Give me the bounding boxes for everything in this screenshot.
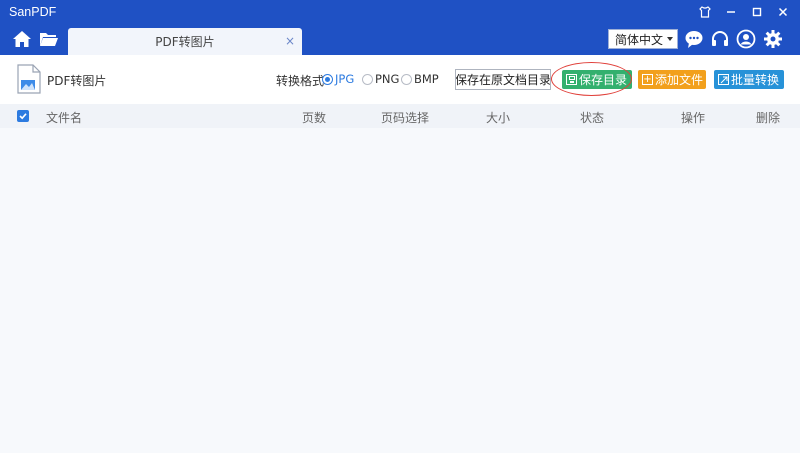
column-header-actions: 操作	[681, 111, 706, 125]
plus-icon: +	[642, 73, 653, 85]
chat-icon[interactable]	[684, 29, 704, 49]
user-icon[interactable]	[736, 29, 756, 49]
convert-icon	[718, 74, 729, 85]
format-bmp-label: BMP	[414, 72, 439, 86]
column-header-delete: 删除	[756, 111, 781, 125]
format-jpg-label: JPG	[335, 72, 355, 86]
tab-pdf-to-image[interactable]: PDF转图片 ×	[68, 28, 302, 55]
batch-convert-label: 批量转换	[731, 73, 780, 87]
column-header-page-range: 页码选择	[381, 111, 430, 125]
column-header-filename: 文件名	[46, 111, 83, 125]
home-icon[interactable]	[12, 30, 32, 48]
format-label: 转换格式	[276, 74, 325, 88]
folder-icon[interactable]	[39, 31, 58, 47]
headset-icon[interactable]	[710, 29, 730, 49]
radio-dot	[362, 73, 373, 85]
window-controls	[698, 0, 790, 24]
close-icon[interactable]	[776, 5, 790, 19]
add-file-label: 添加文件	[655, 73, 704, 87]
table-header: 文件名 页数 页码选择 大小 状态 操作 删除	[0, 104, 800, 128]
batch-convert-button[interactable]: 批量转换	[714, 70, 784, 89]
add-file-button[interactable]: + 添加文件	[638, 70, 706, 89]
language-select[interactable]: 简体中文	[608, 29, 678, 49]
radio-dot	[322, 73, 333, 85]
pdf-image-icon	[16, 64, 42, 94]
format-radio-bmp[interactable]: BMP	[401, 72, 439, 86]
select-all-checkbox[interactable]	[17, 110, 29, 122]
language-value: 简体中文	[615, 32, 664, 47]
tab-close-button[interactable]: ×	[284, 34, 296, 48]
tab-label: PDF转图片	[155, 35, 215, 49]
format-png-label: PNG	[375, 72, 400, 86]
page-title: PDF转图片	[47, 74, 107, 88]
highlight-annotation	[551, 62, 632, 96]
toolbar: PDF转图片 转换格式 JPG PNG BMP 保存在原文档目录 保存目录 + …	[0, 55, 800, 104]
save-in-original-dir-button[interactable]: 保存在原文档目录	[455, 69, 551, 90]
column-header-size: 大小	[486, 111, 511, 125]
gear-icon[interactable]	[763, 29, 783, 49]
minimize-icon[interactable]	[724, 5, 738, 19]
app-title: SanPDF	[9, 5, 57, 19]
nav-bar: PDF转图片 × 简体中文	[0, 24, 800, 55]
format-radio-jpg[interactable]: JPG	[322, 72, 354, 86]
title-bar: SanPDF	[0, 0, 800, 24]
column-header-status: 状态	[580, 111, 605, 125]
column-header-pages: 页数	[302, 111, 327, 125]
radio-dot	[401, 73, 412, 85]
maximize-icon[interactable]	[750, 5, 764, 19]
skin-icon[interactable]	[698, 5, 712, 19]
format-radio-png[interactable]: PNG	[362, 72, 399, 86]
chevron-down-icon	[667, 37, 673, 41]
file-list	[0, 128, 800, 453]
